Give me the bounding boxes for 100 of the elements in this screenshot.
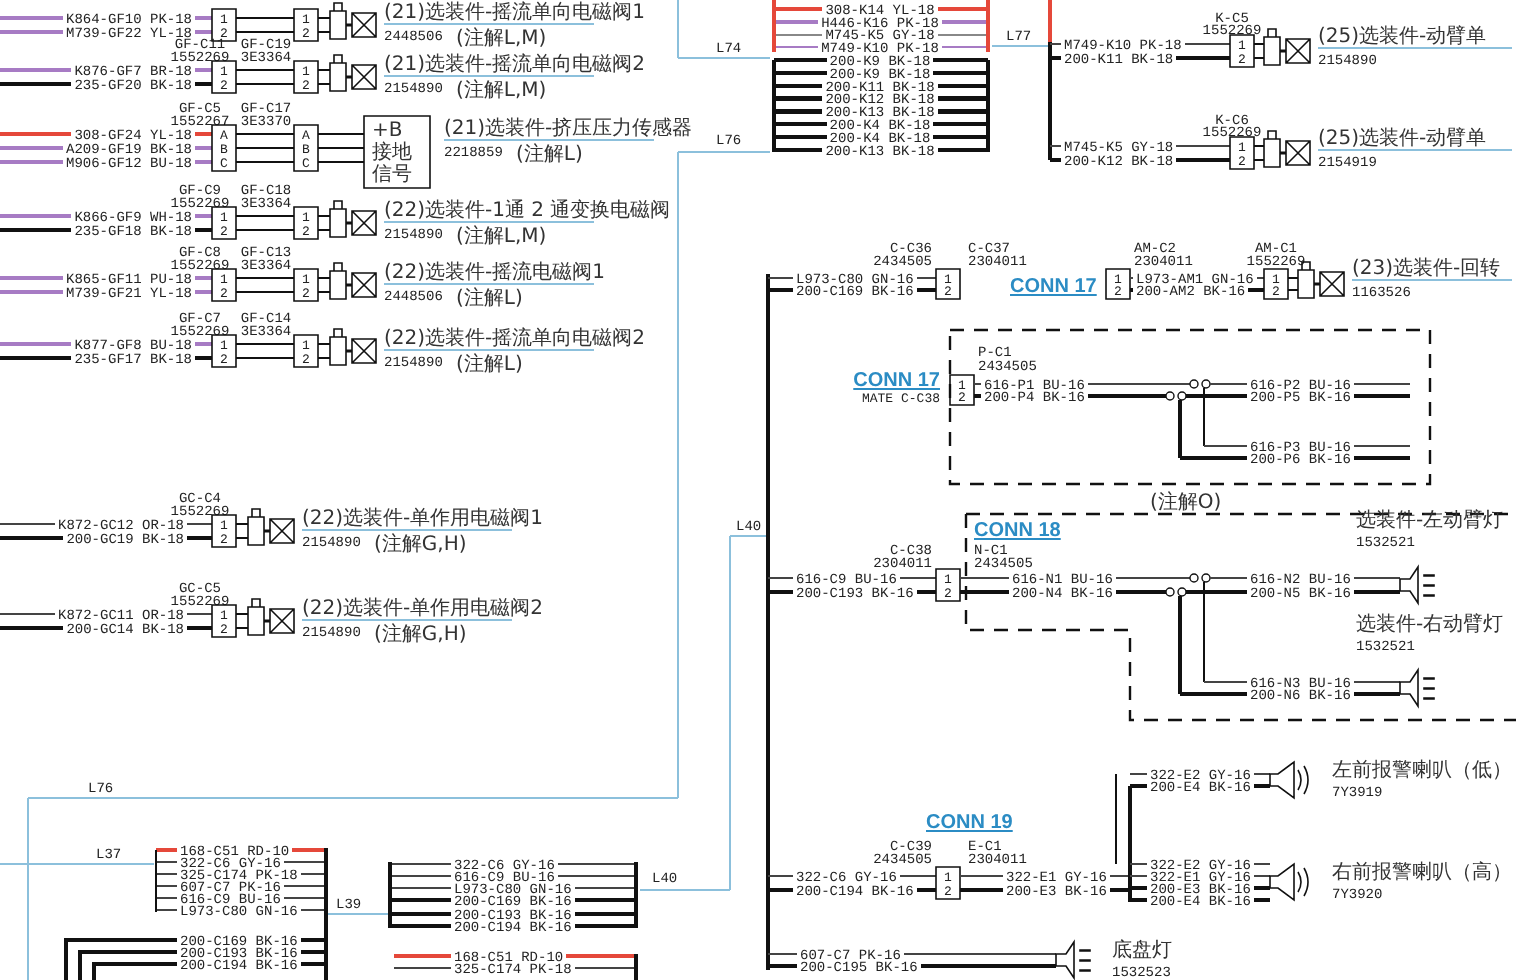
wire [937, 83, 988, 88]
connector-body [1105, 268, 1131, 300]
pin-lead [236, 215, 294, 231]
pin-lead [236, 523, 248, 539]
pin-lead [236, 17, 294, 33]
note-text: (注解L) [456, 354, 523, 376]
wire [1087, 383, 1190, 385]
wire [899, 875, 936, 877]
wire [933, 134, 988, 140]
connector-body [949, 374, 975, 406]
wire [937, 6, 988, 12]
wire [899, 577, 936, 579]
wire [557, 863, 636, 865]
connector-body [1263, 268, 1289, 300]
connector-link[interactable]: CONN 17 [1010, 276, 1097, 298]
solenoid-icon [1263, 130, 1311, 168]
note-text: (注解L,M) [456, 80, 547, 102]
component-label: 选装件-左动臂灯 [1356, 510, 1504, 532]
solenoid-icon [247, 508, 295, 546]
connector-body [211, 8, 237, 42]
wire [937, 109, 988, 114]
branch-line [1127, 786, 1133, 902]
component-label: 选装件-右动臂灯 [1356, 614, 1504, 636]
connector-link[interactable]: CONN 19 [926, 812, 1013, 834]
connector-body [293, 60, 319, 94]
connector-body [1229, 136, 1255, 170]
branch-line [1177, 400, 1183, 458]
pin-lead [236, 613, 248, 629]
wire [1115, 577, 1190, 579]
solenoid-icon [329, 2, 377, 40]
connector-body [211, 124, 237, 172]
connector-body [211, 514, 237, 548]
pin-lead [318, 277, 330, 293]
lamp-icon [1399, 667, 1435, 709]
connector-link[interactable]: CONN 18 [974, 520, 1061, 542]
wire [1176, 55, 1230, 61]
note-text: (注解L,M) [456, 28, 547, 50]
connector-body [293, 206, 319, 240]
wire [574, 897, 636, 903]
connector-body [211, 268, 237, 302]
wire [1353, 691, 1400, 697]
component-label: (21)选装件-摇流单向电磁阀2 [384, 54, 645, 76]
solenoid-icon [329, 328, 377, 366]
wire [187, 625, 212, 631]
horn-icon [1269, 761, 1309, 799]
solenoid-icon [247, 598, 295, 636]
pin-lead [1254, 145, 1264, 161]
note-text: (注解O) [1150, 492, 1222, 514]
wire [300, 949, 326, 955]
wire [574, 887, 636, 889]
connector-body [293, 124, 319, 172]
wire [1176, 157, 1230, 163]
connector-body [935, 268, 961, 300]
wire [574, 967, 636, 969]
wire [300, 937, 326, 943]
wire [300, 909, 326, 911]
pin-lead [318, 343, 330, 359]
wire [937, 33, 988, 36]
connector-body [211, 206, 237, 240]
wire [933, 122, 988, 127]
wire [283, 897, 326, 899]
wire [1184, 43, 1230, 45]
wire [1353, 589, 1400, 595]
wire [557, 875, 636, 877]
note-text: (注解L) [456, 288, 523, 310]
wire [937, 96, 988, 101]
wire [283, 861, 326, 863]
component-label: 底盘灯 [1112, 940, 1172, 962]
note-text: (注解L,M) [456, 226, 547, 248]
branch-line [1115, 774, 1117, 864]
note-text: (注解L) [516, 144, 583, 166]
component-label: (23)选装件-回转 [1352, 258, 1501, 280]
branch-line [1177, 596, 1183, 694]
wire [300, 873, 326, 875]
splice-icon [1189, 573, 1211, 583]
wire [1353, 577, 1400, 579]
solenoid-icon [329, 262, 377, 300]
wire [574, 911, 636, 917]
connector-body [211, 604, 237, 638]
component-label: (22)选装件-1通 2 通变换电磁阀 [384, 200, 671, 222]
component-label: (22)选装件-摇流电磁阀1 [384, 262, 605, 284]
pin-lead [318, 17, 330, 33]
wire [292, 847, 326, 853]
connector-link[interactable]: CONN 17 [853, 370, 940, 392]
solenoid-icon [1263, 28, 1311, 66]
wire [1115, 589, 1166, 595]
component-label: 右前报警喇叭（高） [1332, 862, 1512, 884]
component-label: (21)选装件-挤压压力传感器 [444, 118, 693, 140]
pin-lead [1254, 43, 1264, 59]
solenoid-icon [329, 200, 377, 238]
branch-line [1203, 388, 1205, 446]
wire [1087, 393, 1166, 399]
pin-lead [236, 133, 294, 163]
wire [933, 58, 988, 63]
terminal-label: 信号 [372, 164, 412, 186]
connector-body [293, 8, 319, 42]
note-text: (注解G,H) [374, 534, 467, 556]
terminal-label: 接地 [372, 142, 412, 164]
wire [933, 70, 988, 76]
wire [187, 613, 212, 615]
